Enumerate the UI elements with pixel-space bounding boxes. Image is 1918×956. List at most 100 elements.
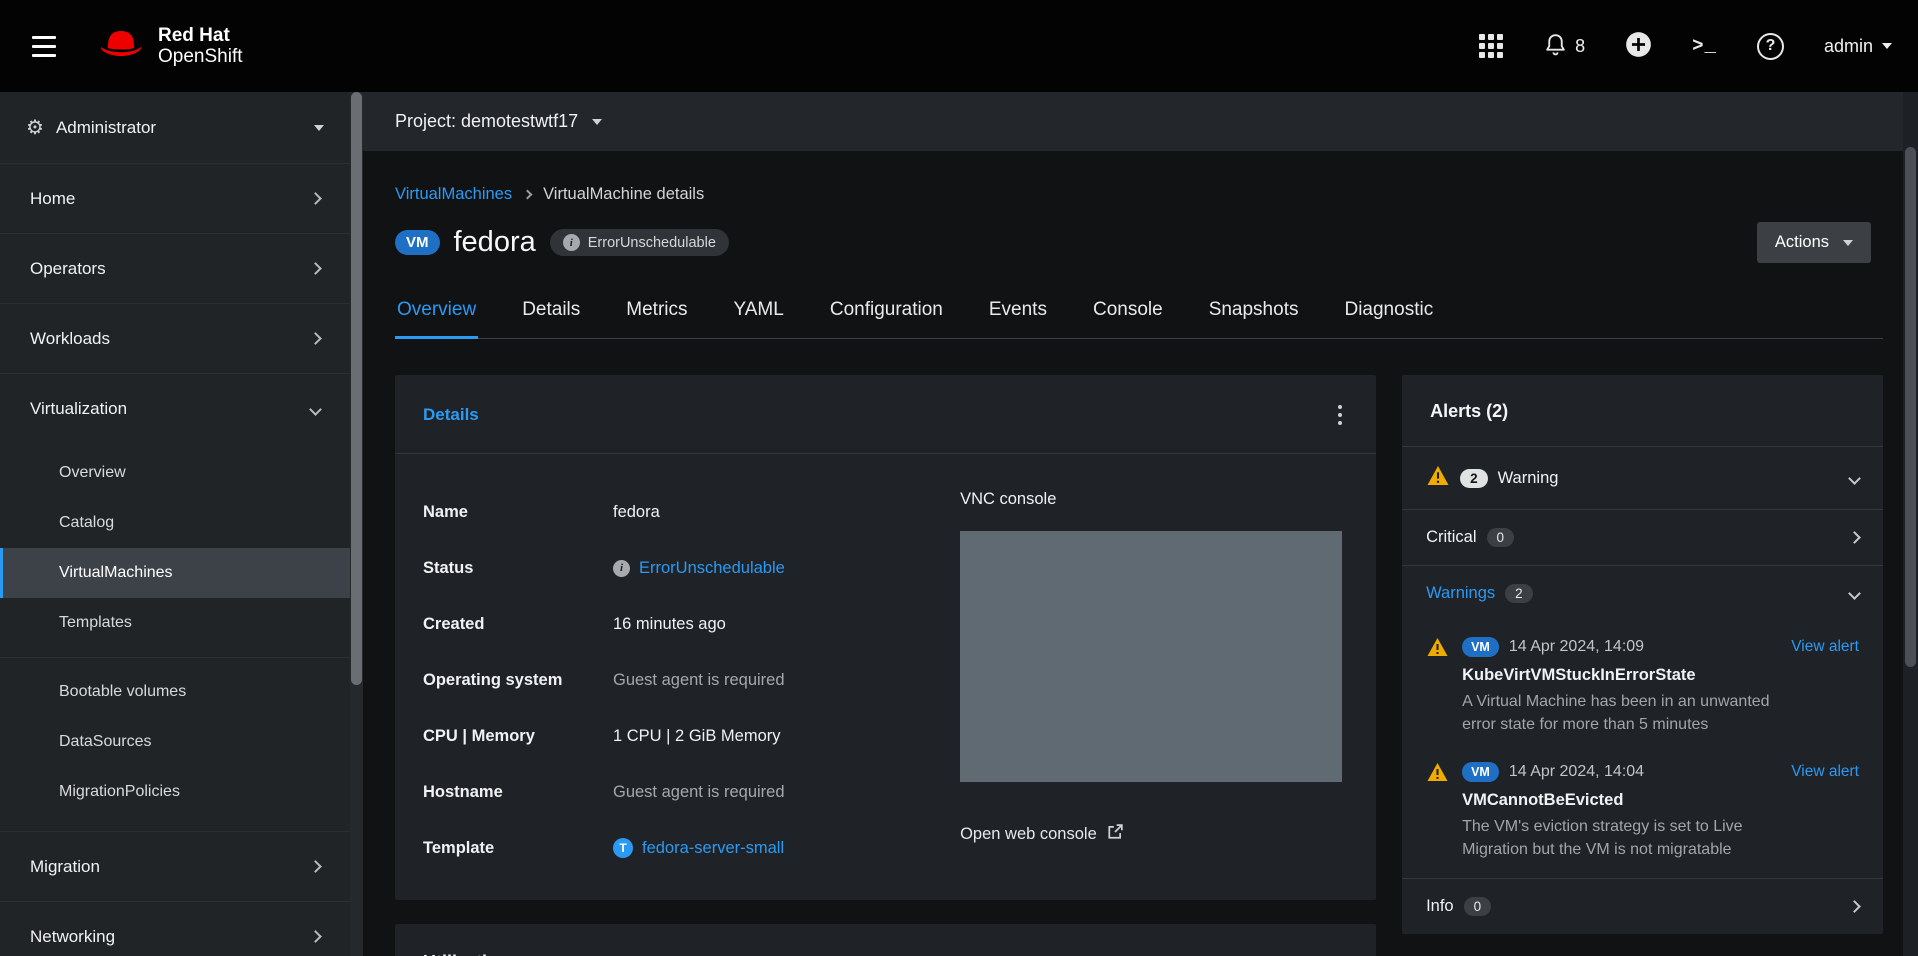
detail-label-os: Operating system — [423, 671, 613, 690]
notification-count: 8 — [1575, 36, 1585, 57]
vm-kind-badge: VM — [1462, 637, 1499, 657]
detail-label-status: Status — [423, 559, 613, 578]
tab-diagnostic[interactable]: Diagnostic — [1342, 293, 1435, 339]
apps-grid-icon — [1479, 34, 1503, 58]
chevron-right-icon — [309, 860, 322, 873]
caret-down-icon — [1843, 240, 1853, 246]
alert-description: The VM's eviction strategy is set to Liv… — [1462, 816, 1802, 861]
warning-icon — [1426, 637, 1462, 736]
sidebar-nav: ⚙ Administrator Home Operators Workloads… — [0, 92, 350, 956]
warning-summary-label: Warning — [1498, 469, 1559, 488]
tab-configuration[interactable]: Configuration — [828, 293, 945, 339]
status-badge[interactable]: i ErrorUnschedulable — [550, 229, 729, 256]
sidebar-item-virtualmachines[interactable]: VirtualMachines — [0, 548, 350, 598]
chevron-right-icon — [309, 262, 322, 275]
alert-item: VM 14 Apr 2024, 14:09 View alert KubeVir… — [1402, 621, 1883, 746]
template-link[interactable]: fedora-server-small — [642, 839, 784, 858]
view-alert-link[interactable]: View alert — [1791, 763, 1859, 781]
terminal-icon: >_ — [1692, 35, 1717, 57]
nav-divider — [0, 657, 350, 658]
detail-label-cpu-memory: CPU | Memory — [423, 727, 613, 746]
nav-toggle-button[interactable] — [26, 30, 62, 63]
alerts-warning-summary-row[interactable]: 2 Warning — [1402, 446, 1883, 509]
details-card-title[interactable]: Details — [423, 405, 479, 425]
app-launcher-button[interactable] — [1479, 34, 1503, 58]
kebab-menu-icon[interactable] — [1332, 401, 1348, 429]
sidebar-scrollbar — [350, 92, 363, 956]
notifications-button[interactable]: 8 — [1543, 31, 1585, 61]
chevron-right-icon — [309, 930, 322, 943]
chevron-down-icon — [1848, 587, 1861, 600]
sidebar-item-networking[interactable]: Networking — [0, 902, 350, 956]
chevron-right-icon — [1848, 531, 1861, 544]
actions-dropdown-button[interactable]: Actions — [1757, 222, 1871, 263]
sidebar-item-virtualization[interactable]: Virtualization — [0, 374, 350, 444]
alert-timestamp: 14 Apr 2024, 14:04 — [1509, 763, 1644, 781]
alerts-warnings-row[interactable]: Warnings 2 — [1402, 565, 1883, 621]
bell-icon — [1543, 31, 1568, 61]
vnc-console-preview[interactable] — [960, 531, 1342, 782]
sidebar-item-home[interactable]: Home — [0, 164, 350, 234]
sidebar-item-datasources[interactable]: DataSources — [0, 717, 350, 767]
tab-metrics[interactable]: Metrics — [624, 293, 689, 339]
details-list: Name fedora Status i ErrorUnschedulable … — [423, 484, 930, 876]
alert-name: KubeVirtVMStuckInErrorState — [1462, 666, 1859, 685]
main-scrollbar-thumb[interactable] — [1905, 147, 1916, 667]
sidebar-scrollbar-thumb[interactable] — [351, 92, 362, 685]
tab-snapshots[interactable]: Snapshots — [1207, 293, 1301, 339]
help-button[interactable]: ? — [1757, 33, 1784, 60]
warnings-count-badge: 2 — [1505, 584, 1533, 603]
page-header: VM fedora i ErrorUnschedulable Actions — [395, 222, 1883, 263]
project-selector[interactable]: Project: demotestwtf17 — [395, 111, 602, 132]
vm-kind-badge: VM — [1462, 762, 1499, 782]
plus-circle-icon — [1625, 31, 1652, 61]
critical-label: Critical — [1426, 528, 1476, 547]
detail-value-os: Guest agent is required — [613, 671, 930, 690]
sidebar-item-migrationpolicies[interactable]: MigrationPolicies — [0, 767, 350, 817]
chevron-down-icon — [309, 403, 322, 416]
sidebar-item-label: Virtualization — [30, 399, 127, 419]
status-link[interactable]: ErrorUnschedulable — [639, 559, 785, 578]
quick-create-button[interactable] — [1625, 31, 1652, 61]
alerts-info-row[interactable]: Info 0 — [1402, 878, 1883, 934]
sidebar-item-workloads[interactable]: Workloads — [0, 304, 350, 374]
tab-console[interactable]: Console — [1091, 293, 1165, 339]
redhat-openshift-logo[interactable]: Red Hat OpenShift — [96, 25, 243, 68]
chevron-right-icon — [1848, 900, 1861, 913]
tab-yaml[interactable]: YAML — [732, 293, 786, 339]
open-web-console-link[interactable]: Open web console — [960, 824, 1348, 845]
alert-description: A Virtual Machine has been in an unwante… — [1462, 691, 1802, 736]
external-link-icon — [1107, 824, 1123, 845]
breadcrumb-link-virtualmachines[interactable]: VirtualMachines — [395, 185, 512, 204]
virtualization-children: Overview Catalog VirtualMachines Templat… — [0, 444, 350, 832]
project-bar: Project: demotestwtf17 — [363, 92, 1903, 151]
warning-icon — [1426, 762, 1462, 861]
sidebar-item-virt-overview[interactable]: Overview — [0, 448, 350, 498]
cli-terminal-button[interactable]: >_ — [1692, 35, 1717, 57]
sidebar-item-templates[interactable]: Templates — [0, 598, 350, 648]
main-scrollbar — [1903, 92, 1918, 956]
sidebar-item-label: Home — [30, 189, 75, 209]
perspective-switcher[interactable]: ⚙ Administrator — [0, 92, 350, 164]
view-alert-link[interactable]: View alert — [1791, 638, 1859, 656]
alerts-card: Alerts (2) 2 Warning — [1402, 375, 1883, 934]
sidebar-item-migration[interactable]: Migration — [0, 832, 350, 902]
caret-down-icon — [1882, 43, 1892, 49]
alerts-critical-row[interactable]: Critical 0 — [1402, 509, 1883, 565]
perspective-label: Administrator — [56, 118, 156, 138]
detail-label-created: Created — [423, 615, 613, 634]
sidebar-item-operators[interactable]: Operators — [0, 234, 350, 304]
tab-details[interactable]: Details — [520, 293, 582, 339]
detail-label-name: Name — [423, 503, 613, 522]
brand-line1: Red Hat — [158, 25, 243, 46]
tab-events[interactable]: Events — [987, 293, 1049, 339]
detail-value-name: fedora — [613, 503, 930, 522]
critical-count-badge: 0 — [1487, 528, 1515, 547]
detail-label-template: Template — [423, 839, 613, 858]
sidebar-item-catalog[interactable]: Catalog — [0, 498, 350, 548]
sidebar-item-bootable-volumes[interactable]: Bootable volumes — [0, 667, 350, 717]
caret-down-icon — [592, 119, 602, 125]
tab-overview[interactable]: Overview — [395, 293, 478, 339]
user-menu[interactable]: admin — [1824, 36, 1892, 57]
utilization-card-title: Utilization — [423, 952, 509, 956]
